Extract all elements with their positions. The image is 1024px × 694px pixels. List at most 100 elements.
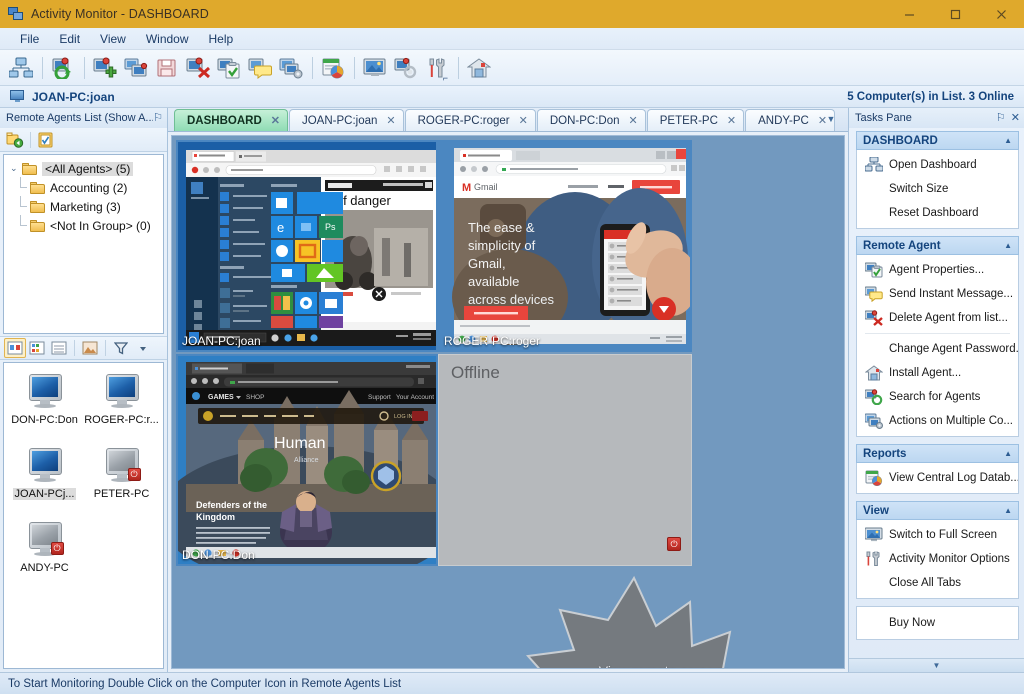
task-group-header[interactable]: Reports ▲ [856,444,1019,463]
tab-joan-pc[interactable]: JOAN-PC:joan ✕ [288,109,404,131]
full-screen-icon[interactable] [360,53,390,83]
agent-properties-icon[interactable] [214,53,244,83]
agent-settings-icon[interactable] [276,53,306,83]
agent-label: ANDY-PC [20,562,69,574]
task-reset-dashboard[interactable]: Reset Dashboard [857,201,1018,225]
tasks-pane: Tasks Pane ⚐ ✕ DASHBOARD ▲ Open Dashboar… [848,108,1024,672]
chevron-up-icon[interactable]: ▲ [1004,136,1012,145]
agent-item[interactable]: ⏻ ANDY-PC [6,517,83,591]
close-icon[interactable]: ✕ [727,114,736,127]
task-activity-monitor-options[interactable]: Activity Monitor Options [857,547,1018,571]
task-group-header[interactable]: View ▲ [856,501,1019,520]
chevron-up-icon[interactable]: ▲ [1004,241,1012,250]
dashboard-canvas[interactable]: n of danger e Ps JOAN-PC:joan M Gmail Th… [171,135,845,669]
agent-item-selected[interactable]: JOAN-PCj... [6,443,83,517]
menu-edit[interactable]: Edit [49,29,90,49]
offline-thumbnail-panel[interactable]: Offline ⏻ [438,354,692,566]
dashboard-thumbnail[interactable]: GAMES SHOP Support Your Account LOG IN H… [176,354,438,566]
menu-window[interactable]: Window [136,29,199,49]
thumbnails-view-icon[interactable] [79,338,101,358]
chevron-down-icon[interactable]: ⌄ [10,163,22,174]
install-agent-icon[interactable] [464,53,494,83]
task-label: Activity Monitor Options [889,553,1010,565]
send-message-icon [863,286,885,302]
tree-node-not-in-group[interactable]: <Not In Group> (0) [4,215,163,235]
refresh-agent-icon[interactable] [48,53,78,83]
agent-item[interactable]: ⏻ PETER-PC [83,443,160,517]
svg-text:SHOP: SHOP [246,394,264,401]
add-group-icon[interactable] [4,130,26,150]
pin-icon[interactable]: ⚐ [153,112,163,124]
close-icon[interactable]: ✕ [271,114,280,127]
tasks-scroll-down-icon[interactable]: ▼ [849,658,1024,672]
tab-overflow-dropdown-icon[interactable]: ▼ [820,110,842,128]
task-close-all-tabs[interactable]: Close All Tabs [857,571,1018,595]
close-icon[interactable]: ✕ [519,114,528,127]
buy-now-button[interactable]: Buy Now [857,611,1018,635]
small-icons-view-icon[interactable] [26,338,48,358]
task-send-instant-message[interactable]: Send Instant Message... [857,282,1018,306]
agents-tree[interactable]: ⌄ <All Agents> (5) Accounting (2) Market… [3,154,164,334]
open-dashboard-icon [863,157,885,173]
task-switch-to-full-screen[interactable]: Switch to Full Screen [857,523,1018,547]
menu-help[interactable]: Help [199,29,244,49]
task-install-agent[interactable]: Install Agent... [857,361,1018,385]
toolbar-overflow-icon[interactable]: ⌐ [443,73,448,83]
minimize-button[interactable] [886,0,932,28]
task-actions-multiple-computers[interactable]: Actions on Multiple Co... [857,409,1018,433]
menu-view[interactable]: View [90,29,136,49]
save-icon[interactable] [152,53,182,83]
agent-item[interactable]: ROGER-PC:r... [83,369,160,443]
tab-dashboard[interactable]: DASHBOARD ✕ [174,109,288,131]
close-icon[interactable]: ✕ [386,114,395,127]
agents-icon-grid[interactable]: DON-PC:Don ROGER-PC:r... JOAN-PCj... ⏻ P… [3,362,164,669]
menu-file[interactable]: File [10,29,49,49]
large-icons-view-icon[interactable] [4,338,26,358]
send-message-icon[interactable] [245,53,275,83]
monitor-icon [10,90,25,103]
filter-funnel-icon[interactable] [110,338,132,358]
close-icon[interactable]: ✕ [1011,112,1020,124]
task-agent-properties[interactable]: Agent Properties... [857,258,1018,282]
reports-icon[interactable] [318,53,348,83]
tasks-scroll-area[interactable]: DASHBOARD ▲ Open Dashboard Switch Size R… [849,128,1024,658]
task-search-for-agents[interactable]: Search for Agents [857,385,1018,409]
agent-item[interactable]: DON-PC:Don [6,369,83,443]
tree-node-accounting[interactable]: Accounting (2) [4,177,163,197]
svg-text:Alliance: Alliance [294,457,319,464]
tab-label: DASHBOARD [187,114,262,127]
tab-don-pc[interactable]: DON-PC:Don ✕ [536,109,646,131]
agent-list-report-icon[interactable] [35,130,57,150]
task-switch-size[interactable]: Switch Size [857,177,1018,201]
task-view-central-log[interactable]: View Central Log Datab... [857,466,1018,490]
filter-dropdown-icon[interactable] [132,338,154,358]
tab-roger-pc[interactable]: ROGER-PC:roger ✕ [404,109,536,131]
task-open-dashboard[interactable]: Open Dashboard [857,153,1018,177]
dashboard-thumbnail[interactable]: n of danger e Ps JOAN-PC:joan [176,140,438,352]
thumbnail-caption: DON-PC:Don [182,548,255,562]
task-change-agent-password[interactable]: Change Agent Password... [857,337,1018,361]
task-group-header[interactable]: DASHBOARD ▲ [856,131,1019,150]
task-group-remote-agent: Remote Agent ▲ Agent Properties... Send … [856,236,1019,437]
task-delete-agent[interactable]: Delete Agent from list... [857,306,1018,330]
maximize-button[interactable] [932,0,978,28]
task-group-header[interactable]: Remote Agent ▲ [856,236,1019,255]
pin-icon[interactable]: ⚐ [996,112,1006,124]
dashboard-thumbnail[interactable]: M Gmail The ease & simplicity of Gmail, … [438,140,692,352]
promo-callout: View remote screens in real time on Dash… [516,570,812,668]
network-agents-icon[interactable] [6,53,36,83]
details-view-icon[interactable] [48,338,70,358]
chevron-up-icon[interactable]: ▲ [1004,506,1012,515]
close-button[interactable] [978,0,1024,28]
add-agent-icon[interactable] [90,53,120,83]
copy-agent-icon[interactable] [121,53,151,83]
chevron-up-icon[interactable]: ▲ [1004,449,1012,458]
tree-node-all-agents[interactable]: ⌄ <All Agents> (5) [4,159,163,178]
tab-peter-pc[interactable]: PETER-PC ✕ [646,109,745,131]
close-icon[interactable]: ✕ [629,114,638,127]
search-agents-icon[interactable] [391,53,421,83]
tree-node-marketing[interactable]: Marketing (3) [4,196,163,216]
tab-label: DON-PC:Don [549,114,620,127]
task-label: Open Dashboard [889,159,977,171]
delete-agent-icon[interactable] [183,53,213,83]
